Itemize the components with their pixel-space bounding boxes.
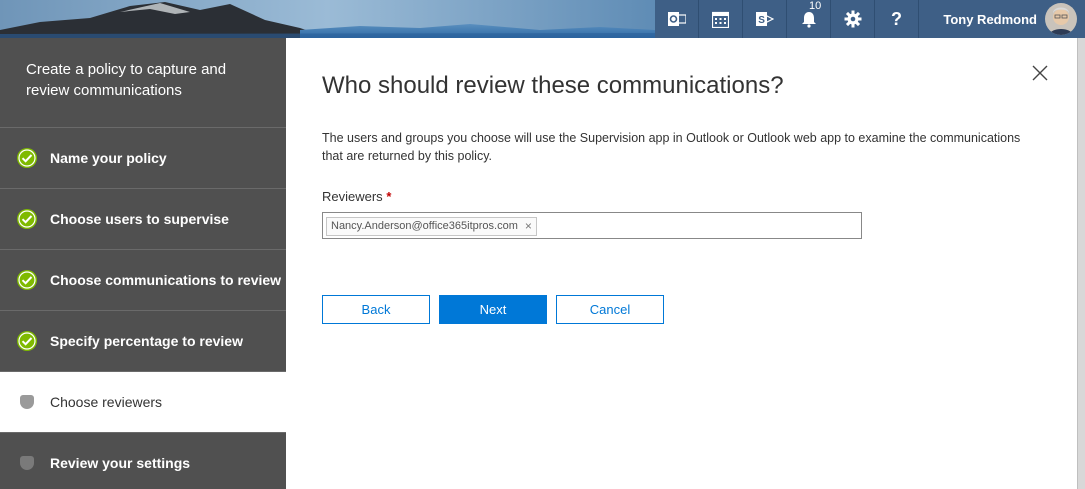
pending-step-icon bbox=[16, 452, 38, 474]
sharepoint-button[interactable]: S bbox=[743, 0, 787, 38]
top-bar: S 10 ? Tony Redmond bbox=[0, 0, 1085, 38]
wizard-title: Create a policy to capture and review co… bbox=[0, 38, 286, 128]
step-choose-users[interactable]: Choose users to supervise bbox=[0, 189, 286, 250]
avatar bbox=[1045, 3, 1077, 35]
help-button[interactable]: ? bbox=[875, 0, 919, 38]
reviewer-email: Nancy.Anderson@office365itpros.com bbox=[331, 220, 518, 232]
reviewers-label: Reviewers * bbox=[322, 189, 391, 204]
step-label: Review your settings bbox=[50, 455, 191, 471]
step-review-settings[interactable]: Review your settings bbox=[0, 433, 286, 489]
check-circle-icon bbox=[16, 147, 38, 169]
reviewer-chip: Nancy.Anderson@office365itpros.com × bbox=[326, 216, 537, 236]
close-icon[interactable] bbox=[1029, 62, 1051, 84]
required-marker: * bbox=[386, 189, 392, 204]
outlook-button[interactable] bbox=[655, 0, 699, 38]
check-circle-icon bbox=[16, 269, 38, 291]
check-circle-icon bbox=[16, 330, 38, 352]
reviewers-label-text: Reviewers bbox=[322, 189, 383, 204]
notifications-button[interactable]: 10 bbox=[787, 0, 831, 38]
user-name: Tony Redmond bbox=[943, 11, 1037, 27]
step-label: Name your policy bbox=[50, 150, 167, 166]
help-icon: ? bbox=[891, 8, 902, 29]
wizard-sidebar: Create a policy to capture and review co… bbox=[0, 38, 286, 489]
svg-text:S: S bbox=[758, 15, 765, 26]
step-name-your-policy[interactable]: Name your policy bbox=[0, 128, 286, 189]
calendar-icon bbox=[712, 11, 729, 28]
remove-reviewer-icon[interactable]: × bbox=[525, 219, 532, 233]
window-scrollbar[interactable] bbox=[1077, 38, 1085, 489]
back-button[interactable]: Back bbox=[322, 295, 430, 324]
step-choose-reviewers[interactable]: Choose reviewers bbox=[0, 372, 286, 433]
step-choose-communications[interactable]: Choose communications to review bbox=[0, 250, 286, 311]
mountain-banner-image bbox=[0, 0, 655, 38]
page-description: The users and groups you choose will use… bbox=[322, 131, 1021, 163]
check-circle-icon bbox=[16, 208, 38, 230]
step-specify-percentage[interactable]: Specify percentage to review bbox=[0, 311, 286, 372]
page-title: Who should review these communications? bbox=[322, 72, 784, 99]
settings-button[interactable] bbox=[831, 0, 875, 38]
calendar-button[interactable] bbox=[699, 0, 743, 38]
step-label: Choose users to supervise bbox=[50, 211, 229, 227]
notification-count-badge: 10 bbox=[809, 0, 822, 12]
bell-icon bbox=[801, 12, 816, 28]
step-label: Choose communications to review bbox=[50, 272, 282, 288]
next-button[interactable]: Next bbox=[439, 295, 547, 324]
step-label: Choose reviewers bbox=[50, 394, 163, 410]
main-panel: Who should review these communications? … bbox=[286, 38, 1077, 489]
reviewers-input[interactable]: Nancy.Anderson@office365itpros.com × bbox=[322, 212, 862, 239]
suite-bar: S 10 ? Tony Redmond bbox=[655, 0, 1085, 38]
sharepoint-icon: S bbox=[755, 12, 774, 26]
step-label: Specify percentage to review bbox=[50, 333, 243, 349]
user-menu[interactable]: Tony Redmond bbox=[919, 0, 1085, 38]
pending-step-icon bbox=[16, 391, 38, 413]
cancel-button[interactable]: Cancel bbox=[556, 295, 664, 324]
outlook-icon bbox=[667, 12, 686, 26]
gear-icon bbox=[844, 10, 861, 28]
